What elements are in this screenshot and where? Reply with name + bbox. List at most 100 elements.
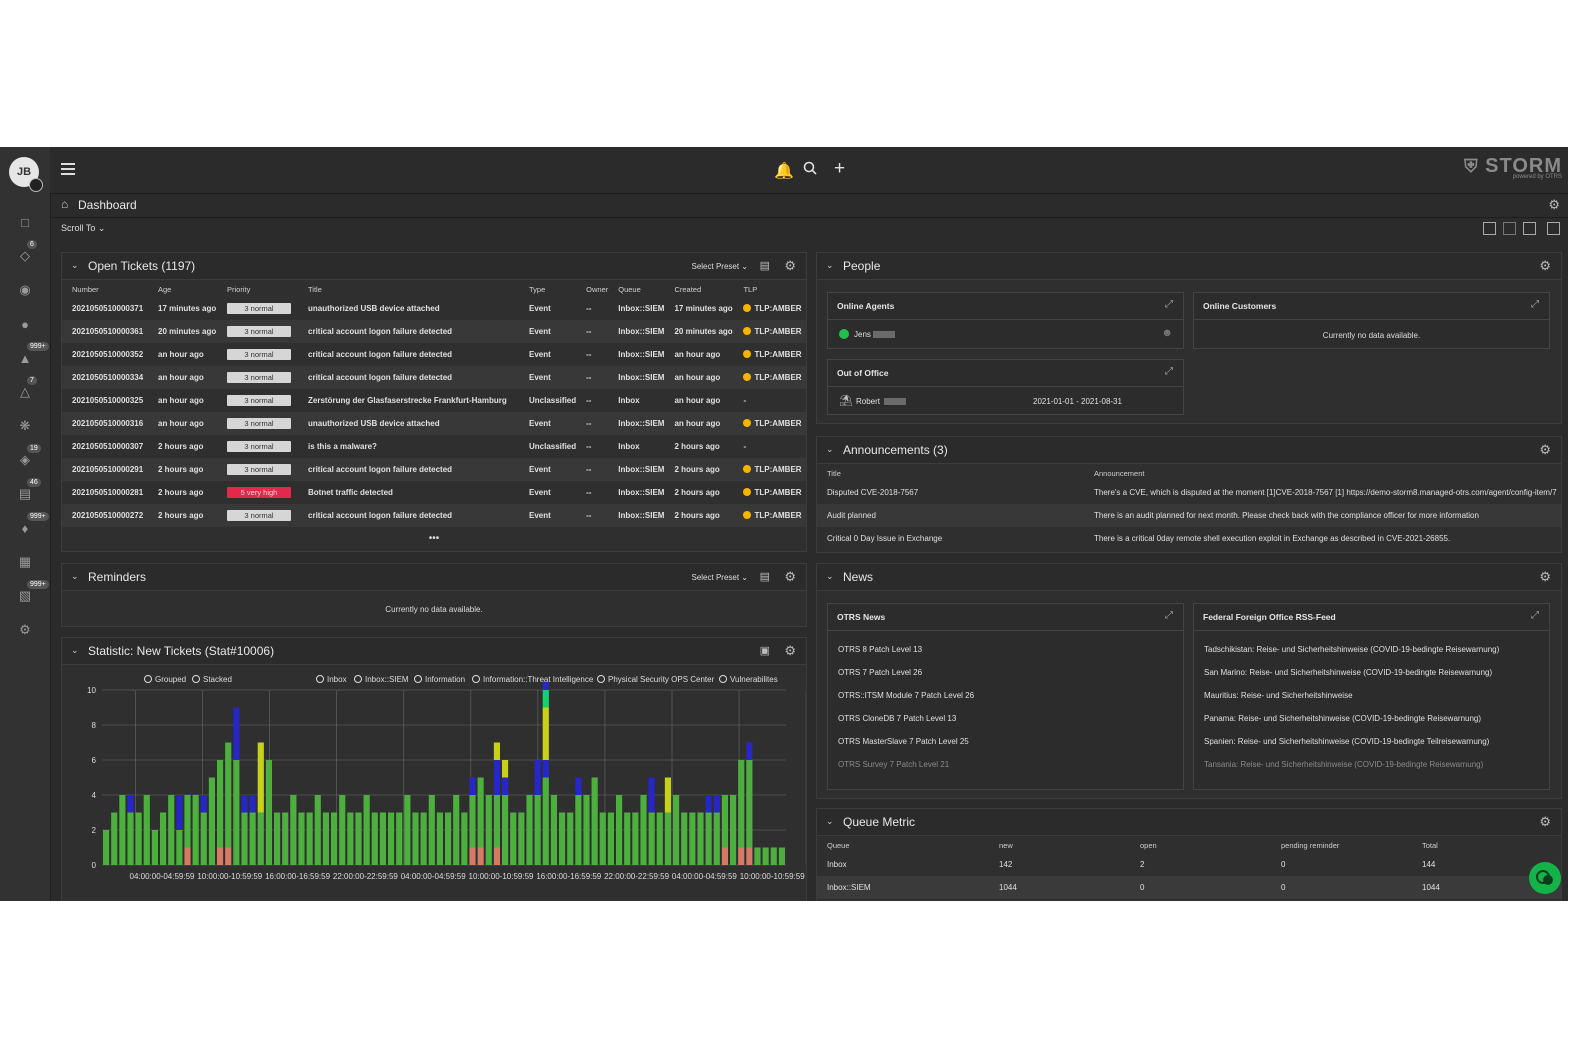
bar-segment[interactable] bbox=[176, 830, 183, 865]
ticket-number[interactable]: 2021050510000281 bbox=[62, 481, 148, 504]
bar-segment[interactable] bbox=[721, 795, 728, 848]
bar-segment[interactable] bbox=[127, 812, 134, 866]
expand-icon[interactable]: ⤢ bbox=[1165, 610, 1173, 621]
bar-segment[interactable] bbox=[770, 847, 777, 866]
bar-segment[interactable] bbox=[298, 812, 305, 866]
collapse-icon[interactable]: ⌄ bbox=[826, 444, 834, 455]
bar-segment[interactable] bbox=[640, 795, 647, 865]
expand-icon[interactable]: ⤢ bbox=[1165, 299, 1173, 310]
bar-segment[interactable] bbox=[713, 812, 720, 866]
bar-segment[interactable] bbox=[151, 830, 158, 865]
layout-two-col-icon[interactable] bbox=[1503, 222, 1516, 235]
ticket-number[interactable]: 2021050510000316 bbox=[62, 412, 148, 435]
chat-icon[interactable]: □ bbox=[15, 212, 35, 232]
select-preset-dropdown[interactable]: Select Preset ⌄ bbox=[691, 262, 748, 271]
table-row[interactable]: 2021050510000307 2 hours ago 3 normal is th… bbox=[62, 435, 806, 458]
ticket-number[interactable]: 2021050510000291 bbox=[62, 458, 148, 481]
bar-segment[interactable] bbox=[673, 795, 680, 865]
gear-icon[interactable]: ⚙ bbox=[1539, 258, 1551, 274]
bar-segment[interactable] bbox=[542, 777, 549, 866]
news-item[interactable]: Tadschikistan: Reise- und Sicherheitshin… bbox=[1204, 645, 1499, 654]
news-item[interactable]: Mauritius: Reise- und Sicherheitshinweis… bbox=[1204, 691, 1353, 700]
collapse-icon[interactable]: ⌄ bbox=[826, 816, 834, 827]
bar-segment[interactable] bbox=[420, 812, 427, 866]
bar-segment[interactable] bbox=[257, 742, 264, 813]
bar-segment[interactable] bbox=[241, 812, 248, 866]
gear-icon[interactable]: ⚙ bbox=[1539, 569, 1551, 585]
bar-segment[interactable] bbox=[542, 707, 549, 761]
bar-segment[interactable] bbox=[738, 760, 745, 848]
bar-segment[interactable] bbox=[502, 795, 509, 865]
table-row[interactable]: 2021050510000371 17 minutes ago 3 normal un… bbox=[62, 297, 806, 320]
bar-segment[interactable] bbox=[762, 847, 769, 866]
bar-segment[interactable] bbox=[111, 812, 118, 866]
bar-segment[interactable] bbox=[730, 795, 737, 865]
bar-segment[interactable] bbox=[168, 795, 175, 865]
bar-segment[interactable] bbox=[559, 812, 566, 866]
bar-segment[interactable] bbox=[502, 777, 509, 796]
news-item[interactable]: OTRS MasterSlave 7 Patch Level 25 bbox=[838, 737, 969, 746]
bar-segment[interactable] bbox=[217, 760, 224, 848]
ticket-number[interactable]: 2021050510000272 bbox=[62, 504, 148, 527]
bar-segment[interactable] bbox=[428, 795, 435, 865]
bar-segment[interactable] bbox=[681, 812, 688, 866]
bar-segment[interactable] bbox=[697, 812, 704, 866]
bar-segment[interactable] bbox=[461, 812, 468, 866]
tree-icon[interactable]: ▧ 999+ bbox=[15, 580, 49, 606]
ticket-number[interactable]: 2021050510000307 bbox=[62, 435, 148, 458]
bar-segment[interactable] bbox=[241, 795, 248, 813]
table-row[interactable]: 2021050510000291 2 hours ago 3 normal criti… bbox=[62, 458, 806, 481]
ticket-title[interactable]: critical account logon failure detected bbox=[298, 343, 519, 366]
ticket-number[interactable]: 2021050510000334 bbox=[62, 366, 148, 389]
bar-segment[interactable] bbox=[265, 760, 272, 865]
bar-segment[interactable] bbox=[208, 777, 215, 866]
list-icon[interactable]: ▤ bbox=[760, 259, 770, 272]
table-row[interactable]: 2021050510000272 2 hours ago 3 normal criti… bbox=[62, 504, 806, 527]
ticket-title[interactable]: unauthorized USB device attached bbox=[298, 412, 519, 435]
hierarchy-icon[interactable]: ▲ 999+ bbox=[15, 342, 49, 368]
bar-segment[interactable] bbox=[436, 812, 443, 866]
bar-segment[interactable] bbox=[493, 760, 500, 795]
bar-segment[interactable] bbox=[469, 795, 476, 848]
ticket-number[interactable]: 2021050510000352 bbox=[62, 343, 148, 366]
gear-icon[interactable]: ⚙ bbox=[784, 258, 796, 274]
bar-segment[interactable] bbox=[550, 795, 557, 865]
bar-segment[interactable] bbox=[249, 812, 256, 866]
bar-segment[interactable] bbox=[396, 812, 403, 866]
gear-icon[interactable]: ⚙ bbox=[1539, 814, 1551, 830]
bar-segment[interactable] bbox=[103, 830, 110, 865]
table-row[interactable]: Disputed CVE-2018-7567 There's a CVE, whi… bbox=[817, 481, 1561, 504]
table-row[interactable]: Critical 0 Day Issue in Exchange There is… bbox=[817, 527, 1561, 550]
book-icon[interactable]: ▦ bbox=[15, 552, 35, 572]
news-item[interactable]: OTRS 8 Patch Level 13 bbox=[838, 645, 922, 654]
bar-segment[interactable] bbox=[583, 795, 590, 865]
bar-segment[interactable] bbox=[257, 812, 264, 866]
news-item[interactable]: OTRS Survey 7 Patch Level 21 bbox=[838, 760, 949, 769]
ticket-title[interactable]: Zerstörung der Glasfaserstrecke Frankfur… bbox=[298, 389, 519, 412]
column-header[interactable]: Priority bbox=[217, 281, 298, 297]
expand-icon[interactable]: ⤢ bbox=[1531, 610, 1539, 621]
glasses-icon[interactable]: ● bbox=[15, 314, 35, 334]
table-row[interactable]: Inbox::SIEM 1044 0 0 1044 bbox=[817, 876, 1561, 899]
bar-segment[interactable] bbox=[738, 847, 745, 866]
table-row[interactable]: 2021050510000361 20 minutes ago 3 normal cr… bbox=[62, 320, 806, 343]
select-preset-dropdown[interactable]: Select Preset ⌄ bbox=[691, 573, 748, 582]
bug-icon[interactable]: ❋ bbox=[15, 416, 35, 436]
bar-segment[interactable] bbox=[616, 795, 623, 865]
bar-segment[interactable] bbox=[526, 795, 533, 865]
chat-button[interactable] bbox=[1529, 862, 1561, 894]
bar-segment[interactable] bbox=[225, 742, 232, 848]
collapse-icon[interactable]: ⌄ bbox=[71, 645, 79, 656]
news-item[interactable]: OTRS 7 Patch Level 26 bbox=[838, 668, 922, 677]
eye-icon[interactable]: ◉ bbox=[15, 280, 35, 300]
bar-segment[interactable] bbox=[778, 847, 785, 866]
menu-icon[interactable] bbox=[61, 163, 75, 175]
bar-segment[interactable] bbox=[542, 682, 549, 690]
column-header[interactable]: TLP bbox=[733, 281, 806, 297]
doc-icon[interactable]: ▤ 46 bbox=[15, 478, 41, 504]
bar-segment[interactable] bbox=[200, 795, 207, 813]
table-row[interactable]: 2021050510000281 2 hours ago 5 very high Bo… bbox=[62, 481, 806, 504]
bar-segment[interactable] bbox=[493, 847, 500, 866]
news-item[interactable]: OTRS CloneDB 7 Patch Level 13 bbox=[838, 714, 956, 723]
bar-segment[interactable] bbox=[314, 795, 321, 865]
